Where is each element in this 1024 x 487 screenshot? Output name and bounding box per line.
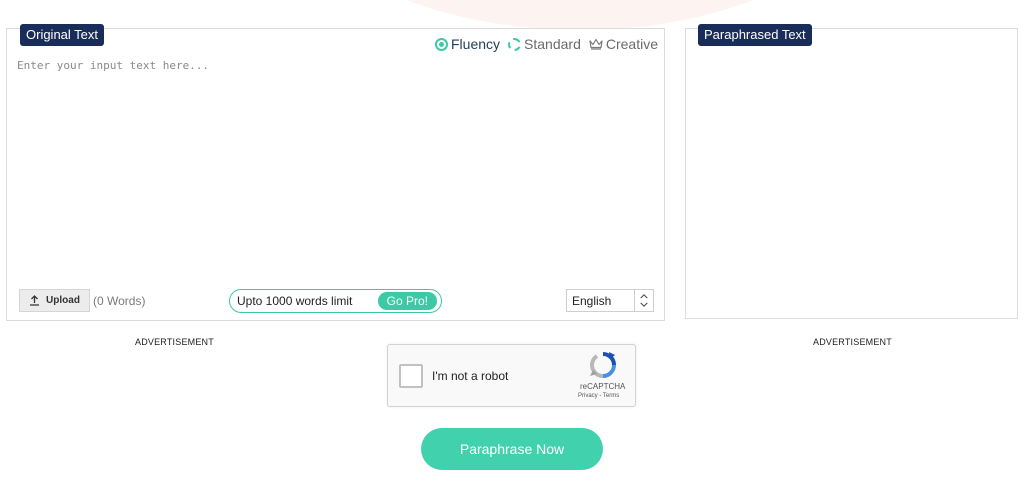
original-text-panel: Original Text Fluency Standard Creative … [6, 24, 665, 321]
recaptcha-logo-icon [590, 352, 616, 378]
mode-creative[interactable]: Creative [589, 36, 658, 52]
word-limit-text: Upto 1000 words limit [237, 294, 353, 308]
mode-selector: Fluency Standard Creative [435, 36, 658, 52]
mode-fluency-label: Fluency [451, 36, 501, 52]
recaptcha-widget: I'm not a robot reCAPTCHA Privacy - Term… [387, 344, 636, 407]
input-text-area[interactable] [17, 59, 653, 264]
recaptcha-label: I'm not a robot [432, 369, 509, 383]
advertisement-label-left: ADVERTISEMENT [135, 337, 214, 347]
recaptcha-links: Privacy - Terms [578, 393, 619, 399]
paraphrased-text-panel: Paraphrased Text [685, 24, 1018, 319]
word-limit-banner: Upto 1000 words limit Go Pro! [229, 289, 442, 313]
recaptcha-terms-link[interactable]: Terms [603, 393, 619, 399]
original-text-title: Original Text [20, 24, 105, 46]
paraphrase-now-button[interactable]: Paraphrase Now [421, 428, 603, 470]
advertisement-label-right: ADVERTISEMENT [813, 337, 892, 347]
mode-creative-label: Creative [605, 36, 658, 52]
mode-standard[interactable]: Standard [508, 36, 581, 52]
go-pro-button[interactable]: Go Pro! [377, 292, 437, 310]
chevron-up-down-icon [634, 290, 648, 311]
paraphrased-text-title: Paraphrased Text [698, 24, 812, 46]
crown-icon [589, 38, 603, 50]
upload-button[interactable]: Upload [19, 289, 90, 312]
radio-unselected-icon [508, 37, 522, 51]
language-select[interactable]: English [566, 289, 654, 312]
radio-selected-icon [435, 37, 448, 51]
recaptcha-brand: reCAPTCHA [580, 382, 626, 391]
recaptcha-privacy-link[interactable]: Privacy [578, 393, 598, 399]
upload-icon [30, 295, 40, 306]
language-value: English [572, 293, 612, 308]
mode-fluency[interactable]: Fluency [435, 36, 500, 52]
upload-label: Upload [46, 295, 80, 306]
mode-standard-label: Standard [524, 36, 581, 52]
recaptcha-checkbox[interactable] [399, 364, 423, 388]
word-count: (0 Words) [93, 294, 146, 308]
